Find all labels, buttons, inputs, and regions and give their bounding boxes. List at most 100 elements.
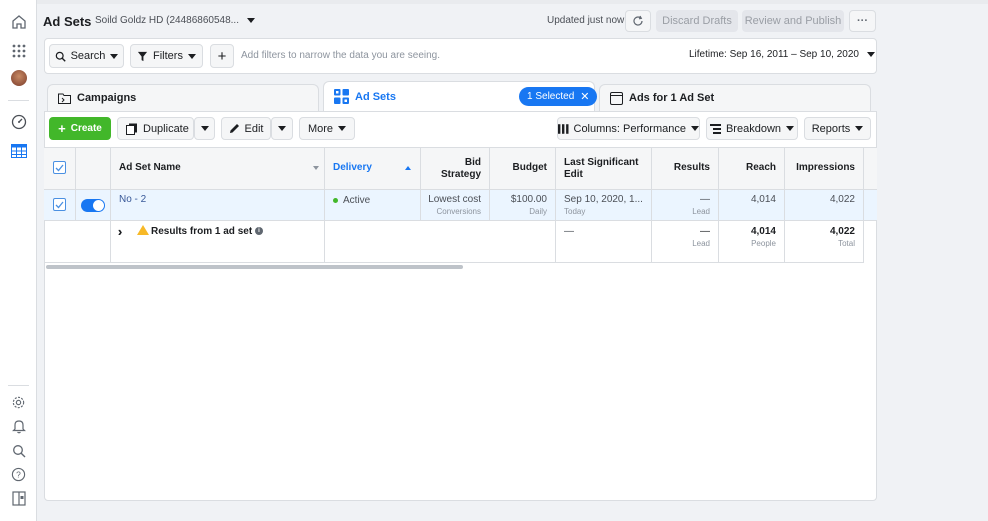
- column-header-results[interactable]: Results: [652, 148, 719, 190]
- breakdown-label: Breakdown: [725, 122, 782, 135]
- duplicate-dropdown[interactable]: [194, 117, 215, 140]
- ad-sets-grid-icon: [334, 89, 349, 104]
- row-last-edit-cell: Sep 10, 2020, 1... Today: [556, 190, 652, 221]
- edit-button[interactable]: Edit: [221, 117, 271, 140]
- column-label: Delivery: [333, 162, 372, 173]
- column-header-delivery[interactable]: Delivery: [325, 148, 421, 190]
- tab-campaigns[interactable]: Campaigns: [47, 84, 319, 111]
- selected-count-pill[interactable]: 1 Selected ✕: [519, 87, 598, 106]
- summary-reach-value: 4,014: [750, 226, 776, 237]
- add-filter-button[interactable]: +: [210, 44, 234, 68]
- column-header-name[interactable]: Ad Set Name: [111, 148, 325, 190]
- row-results-cell: — Lead: [652, 190, 719, 221]
- checkmark-icon: [55, 201, 64, 208]
- chevron-down-icon: [200, 126, 209, 131]
- row-delivery-cell: Active: [325, 190, 421, 221]
- checkmark-icon: [55, 164, 64, 171]
- row-reach-cell: 4,014: [719, 190, 785, 221]
- reports-button[interactable]: Reports: [804, 117, 871, 140]
- close-icon[interactable]: ✕: [580, 90, 589, 103]
- select-all-checkbox[interactable]: [53, 161, 66, 174]
- column-header-impressions[interactable]: Impressions: [785, 148, 864, 190]
- column-label-line1: Last Significant: [564, 157, 639, 168]
- filter-input[interactable]: Add filters to narrow the data you are s…: [241, 50, 440, 61]
- column-label-line2: Strategy: [440, 169, 481, 180]
- filter-funnel-icon: [137, 51, 148, 61]
- chevron-down-icon: [691, 126, 699, 131]
- account-selector[interactable]: Soild Goldz HD (24486860548...: [95, 15, 255, 26]
- row-impressions-cell: 4,022: [785, 190, 864, 221]
- settings-gear-icon[interactable]: [9, 393, 28, 412]
- info-icon[interactable]: i: [254, 227, 263, 236]
- duplicate-label: Duplicate: [143, 122, 189, 135]
- columns-button[interactable]: Columns: Performance: [557, 117, 700, 140]
- warning-icon: [137, 225, 149, 235]
- last-edit-value: Sep 10, 2020, 1...: [564, 194, 643, 205]
- chevron-down-icon: [110, 53, 119, 59]
- ads-manager-table-icon[interactable]: [9, 141, 28, 160]
- row-select-cell: [44, 190, 76, 221]
- row-bid-cell: Lowest cost Conversions: [421, 190, 490, 221]
- ad-set-on-off-toggle[interactable]: [81, 199, 105, 212]
- budget-value: $100.00: [510, 194, 547, 205]
- refresh-icon: [633, 15, 643, 26]
- more-options-button[interactable]: ···: [849, 10, 876, 32]
- home-icon[interactable]: [9, 12, 28, 31]
- budget-sub: Daily: [529, 207, 547, 216]
- search-button[interactable]: Search: [49, 44, 124, 68]
- ad-set-name-link[interactable]: No - 2: [119, 194, 146, 205]
- more-label: More: [307, 122, 334, 135]
- more-button[interactable]: More: [299, 117, 355, 140]
- chevron-down-icon: [246, 18, 255, 23]
- summary-impressions-sub: Total: [838, 239, 855, 248]
- left-nav-rail: ?: [0, 0, 37, 521]
- column-header-budget[interactable]: Budget: [490, 148, 556, 190]
- column-header-reach[interactable]: Reach: [719, 148, 785, 190]
- review-publish-button[interactable]: Review and Publish: [742, 10, 844, 32]
- filters-button[interactable]: Filters: [130, 44, 203, 68]
- row-checkbox[interactable]: [53, 198, 66, 211]
- summary-reach-cell: 4,014 People: [719, 221, 785, 263]
- horizontal-scrollbar[interactable]: [46, 265, 463, 269]
- summary-label: Results from 1 ad set: [151, 226, 253, 237]
- date-range-selector[interactable]: Lifetime: Sep 16, 2011 – Sep 10, 2020: [689, 49, 875, 60]
- column-header-bid-strategy[interactable]: Bid Strategy: [421, 148, 490, 190]
- updated-status: Updated just now: [547, 15, 625, 26]
- results-sub: Lead: [692, 207, 710, 216]
- chevron-down-icon: [855, 126, 864, 131]
- breakdown-button[interactable]: Breakdown: [706, 117, 798, 140]
- tab-label: Campaigns: [77, 92, 137, 104]
- tab-label: Ad Sets: [355, 90, 396, 103]
- help-icon[interactable]: ?: [9, 465, 28, 484]
- reports-panel-icon[interactable]: [9, 489, 28, 508]
- filters-label: Filters: [153, 50, 183, 62]
- account-name: Soild Goldz HD (24486860548...: [95, 15, 239, 26]
- summary-results-value: —: [700, 226, 710, 237]
- avatar[interactable]: [9, 68, 28, 87]
- ad-page-icon: [610, 91, 623, 105]
- row-name-cell: No - 2: [111, 190, 325, 221]
- duplicate-icon: [126, 123, 137, 135]
- tab-ads[interactable]: Ads for 1 Ad Set: [599, 84, 871, 111]
- columns-label: Columns: Performance: [573, 122, 687, 135]
- dashboard-gauge-icon[interactable]: [9, 112, 28, 131]
- search-icon[interactable]: [9, 441, 28, 460]
- sort-icon: [313, 166, 319, 170]
- selected-count-label: 1 Selected: [527, 91, 575, 102]
- search-icon: [55, 51, 66, 62]
- duplicate-button[interactable]: Duplicate: [117, 117, 194, 140]
- expand-chevron-icon[interactable]: ›: [118, 224, 122, 239]
- chevron-down-icon: [278, 126, 286, 131]
- notifications-bell-icon[interactable]: [9, 417, 28, 436]
- columns-icon: [558, 123, 569, 134]
- apps-grid-icon[interactable]: [9, 41, 28, 60]
- summary-results-sub: Lead: [692, 239, 710, 248]
- browser-top-strip: [37, 0, 988, 4]
- create-button[interactable]: + Create: [49, 117, 111, 140]
- discard-drafts-button[interactable]: Discard Drafts: [656, 10, 738, 32]
- column-header-last-edit[interactable]: Last Significant Edit: [556, 148, 652, 190]
- summary-label-cell: › Results from 1 ad set i: [111, 221, 325, 263]
- date-range-label: Lifetime: Sep 16, 2011 – Sep 10, 2020: [689, 49, 859, 60]
- edit-dropdown[interactable]: [271, 117, 293, 140]
- refresh-button[interactable]: [625, 10, 651, 32]
